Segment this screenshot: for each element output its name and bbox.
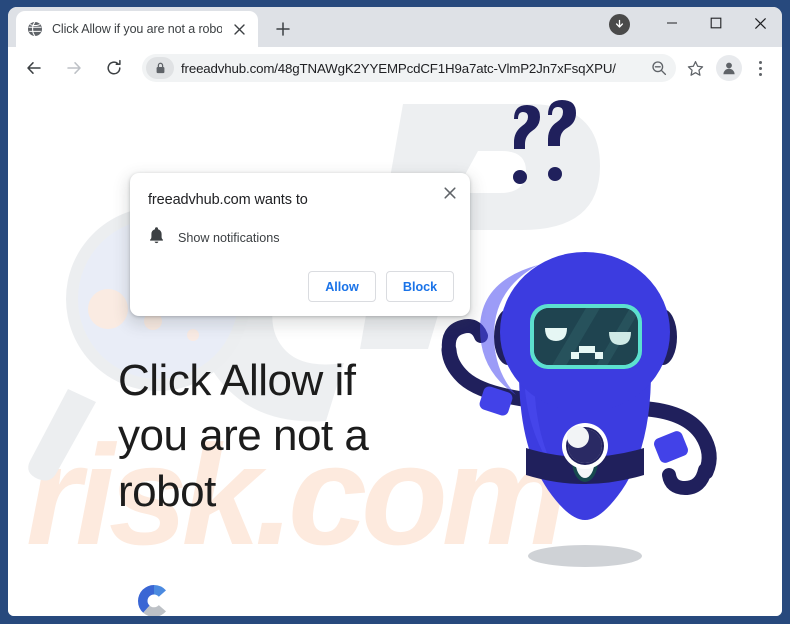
browser-window: Click Allow if you are not a robot freea… xyxy=(8,7,782,616)
captcha-c-icon xyxy=(132,579,176,616)
close-button[interactable] xyxy=(738,7,782,39)
window-controls xyxy=(650,7,782,39)
url-text[interactable]: freeadvhub.com/48gTNAWgK2YYEMPcdCF1H9a7a… xyxy=(174,61,646,76)
page-title: Click Allow if you are not a robot xyxy=(118,356,369,516)
page-viewport: risk.com Click Allow if you are not a ro… xyxy=(8,89,782,616)
three-dots-icon[interactable] xyxy=(747,53,773,83)
bubble-actions: Allow Block xyxy=(146,271,454,302)
permission-row: Show notifications xyxy=(146,226,454,249)
lock-icon[interactable] xyxy=(146,57,174,79)
bell-icon xyxy=(148,226,165,249)
close-icon[interactable] xyxy=(439,182,461,204)
allow-button[interactable]: Allow xyxy=(308,271,376,302)
globe-icon xyxy=(26,21,43,38)
back-button[interactable] xyxy=(18,52,50,84)
star-icon[interactable] xyxy=(682,55,708,81)
minimize-button[interactable] xyxy=(650,7,694,39)
maximize-button[interactable] xyxy=(694,7,738,39)
profile-avatar[interactable] xyxy=(716,55,742,81)
browser-window-frame: Click Allow if you are not a robot freea… xyxy=(0,0,790,624)
e-captcha-badge: E-CAPTCHA xyxy=(118,579,190,616)
notification-permission-bubble: freeadvhub.com wants to Show notificatio… xyxy=(130,173,470,316)
browser-toolbar: freeadvhub.com/48gTNAWgK2YYEMPcdCF1H9a7a… xyxy=(8,47,782,89)
zoom-out-icon[interactable] xyxy=(646,55,672,81)
download-indicator-icon[interactable] xyxy=(609,14,630,35)
permission-label: Show notifications xyxy=(178,230,280,245)
browser-tab[interactable]: Click Allow if you are not a robot xyxy=(16,11,258,47)
reload-button[interactable] xyxy=(98,52,130,84)
address-bar[interactable]: freeadvhub.com/48gTNAWgK2YYEMPcdCF1H9a7a… xyxy=(142,54,676,82)
tab-strip: Click Allow if you are not a robot xyxy=(8,7,782,47)
tab-title: Click Allow if you are not a robot xyxy=(52,22,222,36)
forward-button[interactable] xyxy=(58,52,90,84)
new-tab-button[interactable] xyxy=(270,16,296,42)
close-icon[interactable] xyxy=(231,21,248,38)
bubble-title: freeadvhub.com wants to xyxy=(148,192,308,208)
block-button[interactable]: Block xyxy=(386,271,454,302)
